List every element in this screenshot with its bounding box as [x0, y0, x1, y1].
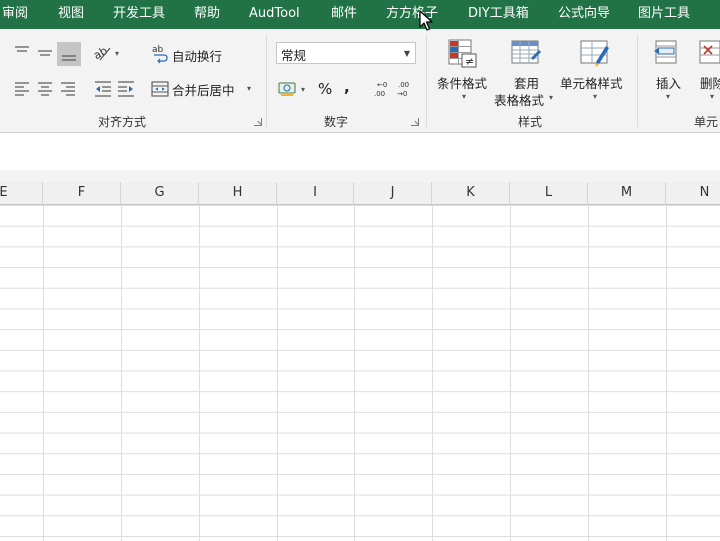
group-separator — [426, 35, 427, 127]
cell-styles-button[interactable]: 单元格样式 — [560, 73, 623, 92]
formula-bar[interactable] — [0, 133, 720, 170]
cells-group-label: 单元 — [694, 115, 719, 129]
column-header-i[interactable]: I — [277, 182, 354, 204]
alignment-group-label: 对齐方式 — [98, 115, 147, 129]
svg-text:▾: ▾ — [301, 85, 305, 94]
svg-text:≠: ≠ — [465, 55, 474, 68]
chevron-down-icon[interactable]: ▾ — [549, 93, 553, 102]
tab-diy-toolbox[interactable]: DIY工具箱 — [468, 0, 529, 29]
tab-view[interactable]: 视图 — [58, 0, 84, 29]
column-header-row: E F G H I J K L M N — [0, 182, 720, 205]
grid-column-line — [43, 205, 44, 541]
grid-column-line — [588, 205, 589, 541]
svg-text:→0: →0 — [397, 90, 407, 98]
table-format-button-line2[interactable]: 表格格式 — [494, 90, 544, 109]
tab-help[interactable]: 帮助 — [194, 0, 220, 29]
svg-text:.00: .00 — [374, 90, 385, 98]
alignment-launcher-icon[interactable] — [254, 118, 262, 126]
mouse-pointer-icon — [419, 10, 433, 32]
conditional-format-button[interactable]: 条件格式 — [437, 73, 487, 92]
ribbon-tab-bar: 审阅 视图 开发工具 帮助 AudTool 邮件 方方格子 DIY工具箱 公式向… — [0, 0, 720, 29]
tab-review[interactable]: 审阅 — [2, 0, 28, 29]
tab-picture-tools[interactable]: 图片工具 — [638, 0, 690, 29]
grid-column-line — [666, 205, 667, 541]
column-header-e[interactable]: E — [0, 182, 43, 204]
wrap-text-button[interactable]: 自动换行 — [172, 46, 222, 65]
svg-text:←0: ←0 — [377, 81, 387, 89]
merge-center-icon[interactable] — [150, 78, 170, 100]
insert-cells-button[interactable]: 插入 — [656, 73, 681, 92]
grid-column-line — [510, 205, 511, 541]
merge-center-button[interactable]: 合并后居中 — [172, 80, 235, 99]
table-format-icon[interactable] — [509, 38, 543, 70]
grid-column-line — [432, 205, 433, 541]
grid-column-line — [199, 205, 200, 541]
chevron-down-icon[interactable]: ▾ — [710, 92, 714, 101]
percent-style-button[interactable]: % — [318, 80, 332, 98]
wrap-text-icon[interactable]: ab — [150, 42, 170, 64]
cell-grid[interactable] — [0, 205, 720, 541]
grid-column-line — [277, 205, 278, 541]
column-header-n[interactable]: N — [666, 182, 720, 204]
tab-developer[interactable]: 开发工具 — [113, 0, 165, 29]
column-header-j[interactable]: J — [354, 182, 432, 204]
decrease-indent-icon[interactable] — [92, 78, 114, 100]
column-header-f[interactable]: F — [43, 182, 121, 204]
number-format-value: 常规 — [281, 48, 307, 63]
decrease-decimal-icon[interactable]: .00 →0 — [394, 78, 416, 100]
svg-text:ab: ab — [152, 45, 164, 55]
increase-decimal-icon[interactable]: ←0.00 — [371, 78, 393, 100]
merge-center-dropdown-icon[interactable]: ▾ — [247, 84, 251, 93]
align-center-icon[interactable] — [34, 78, 56, 100]
align-right-icon[interactable] — [57, 78, 79, 100]
increase-indent-icon[interactable] — [115, 78, 137, 100]
number-launcher-icon[interactable] — [411, 118, 419, 126]
formula-bar-gap — [0, 170, 720, 182]
svg-text:.00: .00 — [398, 81, 409, 89]
column-header-l[interactable]: L — [510, 182, 588, 204]
ribbon-panel: ab ▾ ab 自动换行 合并后居中 ▾ 对齐方式 常规 ▼ ▾ % , ←0.0… — [0, 29, 720, 133]
comma-style-button[interactable]: , — [344, 78, 350, 96]
align-bottom-icon[interactable] — [57, 42, 81, 66]
chevron-down-icon[interactable]: ▾ — [666, 92, 670, 101]
insert-cells-icon[interactable] — [652, 38, 682, 70]
align-left-icon[interactable] — [11, 78, 33, 100]
align-middle-icon[interactable] — [34, 42, 56, 64]
column-header-m[interactable]: M — [588, 182, 666, 204]
tab-mail[interactable]: 邮件 — [331, 0, 357, 29]
chevron-down-icon[interactable]: ▾ — [593, 92, 597, 101]
orientation-icon[interactable]: ab ▾ — [92, 42, 124, 64]
align-top-icon[interactable] — [11, 42, 33, 64]
chevron-down-icon: ▼ — [403, 49, 410, 58]
delete-cells-icon[interactable] — [698, 38, 720, 70]
delete-cells-button[interactable]: 删除 — [700, 73, 720, 92]
grid-column-line — [354, 205, 355, 541]
styles-group-label: 样式 — [518, 115, 543, 129]
cell-styles-icon[interactable] — [578, 38, 612, 70]
column-header-h[interactable]: H — [199, 182, 277, 204]
number-format-select[interactable]: 常规 ▼ — [276, 42, 416, 64]
group-separator — [266, 35, 267, 127]
number-group-label: 数字 — [324, 115, 349, 129]
column-header-g[interactable]: G — [121, 182, 199, 204]
accounting-format-icon[interactable]: ▾ — [277, 78, 311, 100]
group-separator — [637, 35, 638, 127]
grid-column-line — [121, 205, 122, 541]
tab-audtool[interactable]: AudTool — [249, 0, 300, 29]
chevron-down-icon[interactable]: ▾ — [462, 92, 466, 101]
tab-formula-wizard[interactable]: 公式向导 — [558, 0, 610, 29]
svg-text:▾: ▾ — [115, 49, 119, 58]
conditional-format-icon[interactable]: ≠ — [446, 38, 480, 70]
column-header-k[interactable]: K — [432, 182, 510, 204]
